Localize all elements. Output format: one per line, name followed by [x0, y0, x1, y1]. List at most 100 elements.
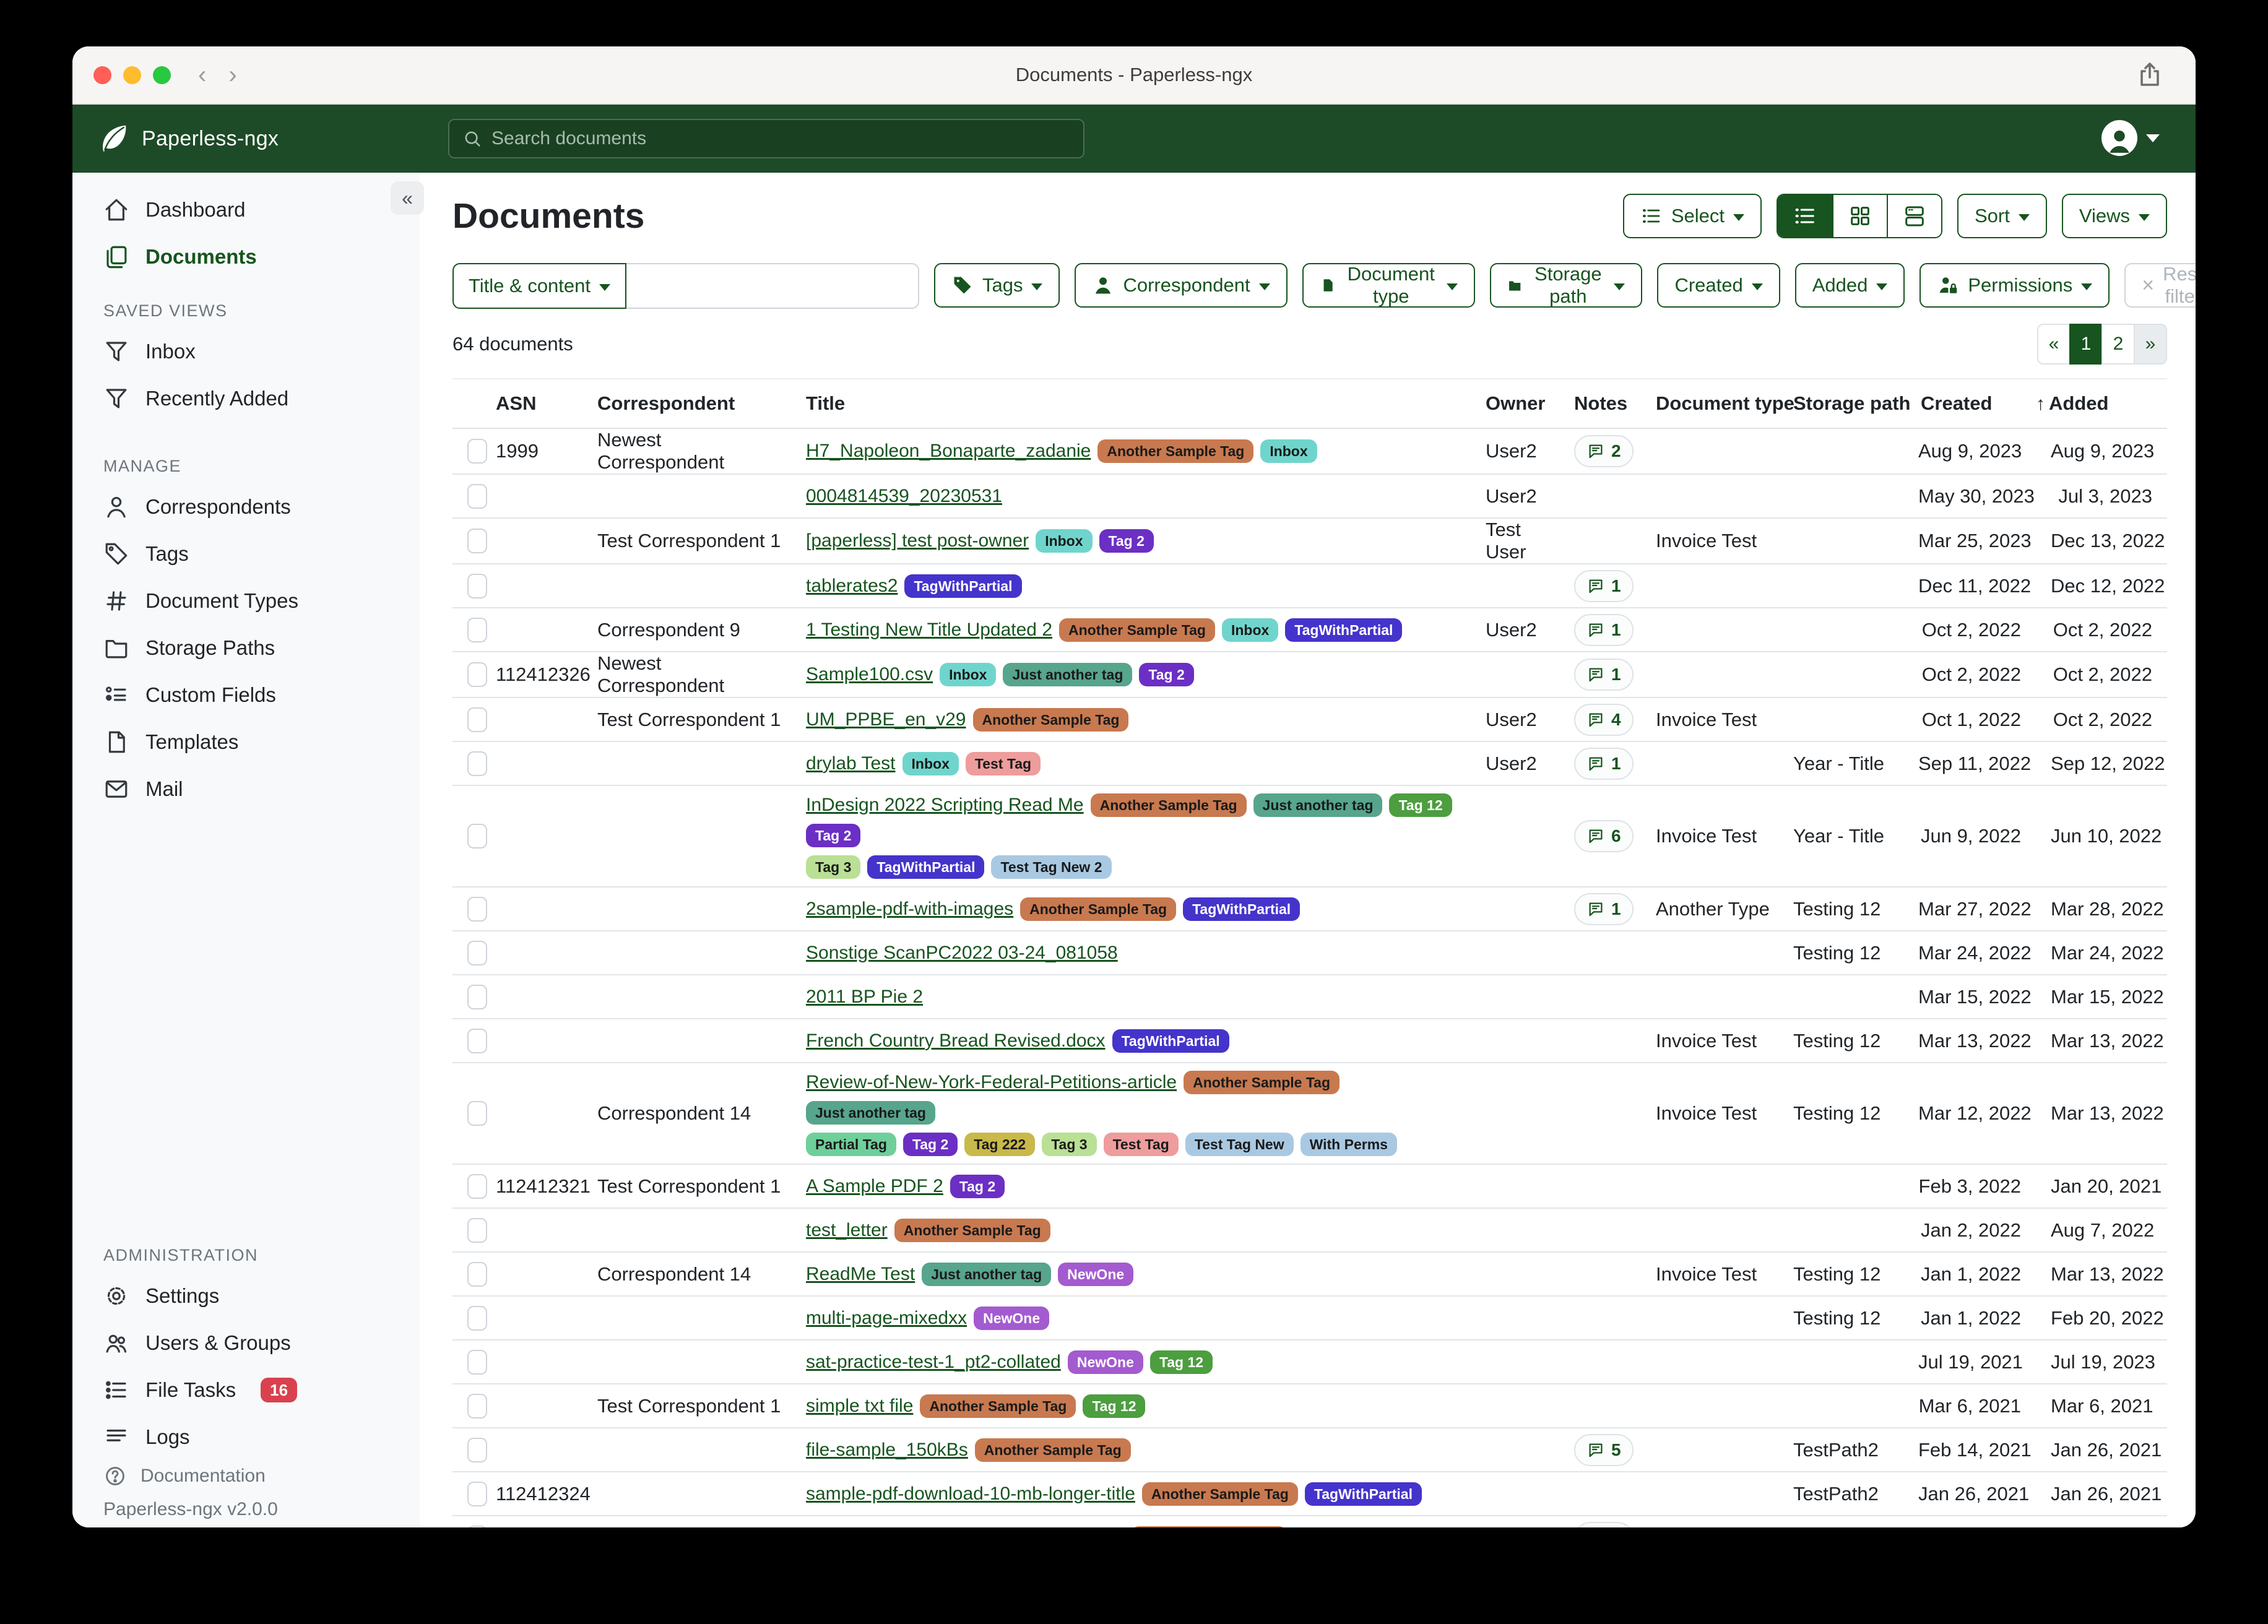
column-header-owner[interactable]: Owner	[1459, 379, 1553, 428]
search-input[interactable]	[491, 128, 1071, 149]
tag-pill[interactable]: NewOne	[1058, 1263, 1133, 1286]
tag-pill[interactable]: Just another tag	[922, 1263, 1051, 1286]
tag-pill[interactable]: Tag 222	[964, 1133, 1035, 1156]
notes-badge[interactable]: 4	[1574, 704, 1634, 736]
pagination-item-«[interactable]: «	[2037, 324, 2071, 365]
notes-badge[interactable]: 1	[1574, 570, 1634, 602]
sidebar-item-inbox[interactable]: Inbox	[72, 328, 420, 375]
tag-pill[interactable]: TagWithPartial	[867, 855, 984, 879]
tag-pill[interactable]: TagWithPartial	[1112, 1029, 1229, 1053]
sidebar-item-custom-fields[interactable]: Custom Fields	[72, 672, 420, 719]
tag-pill[interactable]: Tag 12	[1150, 1350, 1213, 1374]
tag-pill[interactable]: Tag 2	[1099, 529, 1154, 553]
row-checkbox[interactable]	[467, 529, 487, 553]
row-checkbox[interactable]	[467, 484, 487, 509]
sidebar-item-mail[interactable]: Mail	[72, 766, 420, 813]
tag-pill[interactable]: Tag 3	[806, 855, 860, 879]
select-button[interactable]: Select	[1623, 194, 1762, 238]
tag-pill[interactable]: Another Sample Tag	[894, 1219, 1050, 1242]
row-checkbox[interactable]	[467, 985, 487, 1009]
document-title-link[interactable]: ReadMe Test	[806, 1264, 915, 1285]
tag-pill[interactable]: Another Sample Tag	[1020, 897, 1176, 921]
document-title-link[interactable]: simple txt file	[806, 1396, 913, 1417]
sidebar-item-file-tasks[interactable]: File Tasks16	[72, 1367, 420, 1414]
pagination-item-2[interactable]: 2	[2101, 324, 2135, 365]
tag-pill[interactable]: NewOne	[1068, 1350, 1143, 1374]
document-title-link[interactable]: A Sample PDF 2	[806, 1176, 943, 1197]
tag-pill[interactable]: Another Sample Tag	[973, 708, 1129, 732]
notes-badge[interactable]: 6	[1574, 820, 1634, 852]
tag-pill[interactable]: Inbox	[1036, 529, 1092, 553]
tag-pill[interactable]: Inbox	[1260, 439, 1317, 463]
filter-permissions-button[interactable]: Permissions	[1920, 263, 2110, 308]
row-checkbox[interactable]	[467, 1482, 487, 1506]
document-title-link[interactable]: 1 Testing New Title Updated 2	[806, 620, 1052, 641]
notes-badge[interactable]: 1	[1574, 893, 1634, 925]
tag-pill[interactable]: Another Sample Tag	[975, 1438, 1131, 1462]
row-checkbox[interactable]	[467, 1438, 487, 1462]
collapse-sidebar-button[interactable]: «	[391, 181, 424, 215]
sidebar-item-tags[interactable]: Tags	[72, 530, 420, 577]
field-selector-button[interactable]: Title & content	[452, 263, 626, 309]
tag-pill[interactable]: Tag 3	[1042, 1133, 1096, 1156]
user-menu[interactable]	[2101, 120, 2160, 156]
filter-document-type-button[interactable]: Document type	[1302, 263, 1475, 308]
tag-pill[interactable]: Test Tag New	[1185, 1133, 1294, 1156]
column-header-added[interactable]: ↑Added	[2036, 379, 2167, 428]
filter-text-input[interactable]	[626, 263, 919, 309]
notes-badge[interactable]: 5	[1574, 1434, 1634, 1466]
document-title-link[interactable]: UM_PPBE_en_v29	[806, 709, 966, 730]
document-title-link[interactable]: Sample100.csv	[806, 664, 933, 685]
row-checkbox[interactable]	[467, 1350, 487, 1375]
reset-filters-button[interactable]: ×Reset filters	[2124, 263, 2196, 308]
tag-pill[interactable]: Another Sample Tag	[1059, 618, 1215, 642]
column-header-asn[interactable]: ASN	[492, 379, 584, 428]
document-title-link[interactable]: H7_Napoleon_Bonaparte_zadanie	[806, 441, 1091, 462]
tag-pill[interactable]: Test Tag New 2	[991, 855, 1111, 879]
row-checkbox[interactable]	[467, 662, 487, 687]
pagination-item-»[interactable]: »	[2134, 324, 2167, 365]
row-checkbox[interactable]	[467, 1029, 487, 1053]
row-checkbox[interactable]	[467, 1306, 487, 1331]
tag-pill[interactable]: Another Sample Tag	[1131, 1526, 1287, 1528]
document-title-link[interactable]: 2sample-pdf-with-images	[806, 899, 1013, 920]
notes-badge[interactable]: 1	[1574, 1522, 1634, 1528]
tag-pill[interactable]: Tag 12	[1389, 793, 1452, 817]
document-title-link[interactable]: sat-practice-test-1_pt2-collated	[806, 1352, 1061, 1373]
tag-pill[interactable]: Another Sample Tag	[920, 1394, 1076, 1418]
view-mode-cards-button[interactable]	[1887, 195, 1941, 237]
tag-pill[interactable]: Test Tag	[966, 752, 1041, 775]
tag-pill[interactable]: Inbox	[902, 752, 959, 775]
tag-pill[interactable]: TagWithPartial	[904, 574, 1021, 598]
document-title-link[interactable]: Sonstige ScanPC2022 03-24_081058	[806, 943, 1118, 964]
filter-tags-button[interactable]: Tags	[934, 263, 1060, 308]
sidebar-item-templates[interactable]: Templates	[72, 719, 420, 766]
column-header-storage-path[interactable]: Storage path	[1782, 379, 1903, 428]
view-mode-grid-button[interactable]	[1832, 195, 1887, 237]
sidebar-item-settings[interactable]: Settings	[72, 1272, 420, 1320]
pagination-item-1[interactable]: 1	[2069, 324, 2103, 365]
filter-added-button[interactable]: Added	[1795, 263, 1905, 308]
sidebar-item-storage-paths[interactable]: Storage Paths	[72, 624, 420, 672]
document-title-link[interactable]: drylab Test	[806, 753, 896, 774]
row-checkbox[interactable]	[467, 1526, 487, 1528]
tag-pill[interactable]: Inbox	[940, 663, 996, 686]
tag-pill[interactable]: Just another tag	[1253, 793, 1383, 817]
notes-badge[interactable]: 1	[1574, 614, 1634, 646]
tag-pill[interactable]: Tag 12	[1083, 1394, 1145, 1418]
tag-pill[interactable]: Tag 2	[950, 1175, 1005, 1198]
row-checkbox[interactable]	[467, 1218, 487, 1243]
row-checkbox[interactable]	[467, 618, 487, 642]
tag-pill[interactable]: Another Sample Tag	[1184, 1071, 1340, 1094]
document-title-link[interactable]: multi-page-mixedxx	[806, 1308, 967, 1329]
tag-pill[interactable]: NewOne	[974, 1307, 1049, 1330]
sidebar-item-recently-added[interactable]: Recently Added	[72, 375, 420, 422]
column-header-created[interactable]: Created	[1903, 379, 2036, 428]
tag-pill[interactable]: TagWithPartial	[1183, 897, 1300, 921]
sidebar-item-documents[interactable]: Documents	[72, 233, 420, 280]
notes-badge[interactable]: 2	[1574, 435, 1634, 467]
sidebar-item-document-types[interactable]: Document Types	[72, 577, 420, 624]
documentation-link[interactable]: Documentation	[103, 1464, 266, 1488]
document-title-link[interactable]: tablerates2	[806, 576, 898, 597]
views-button[interactable]: Views	[2062, 194, 2167, 238]
